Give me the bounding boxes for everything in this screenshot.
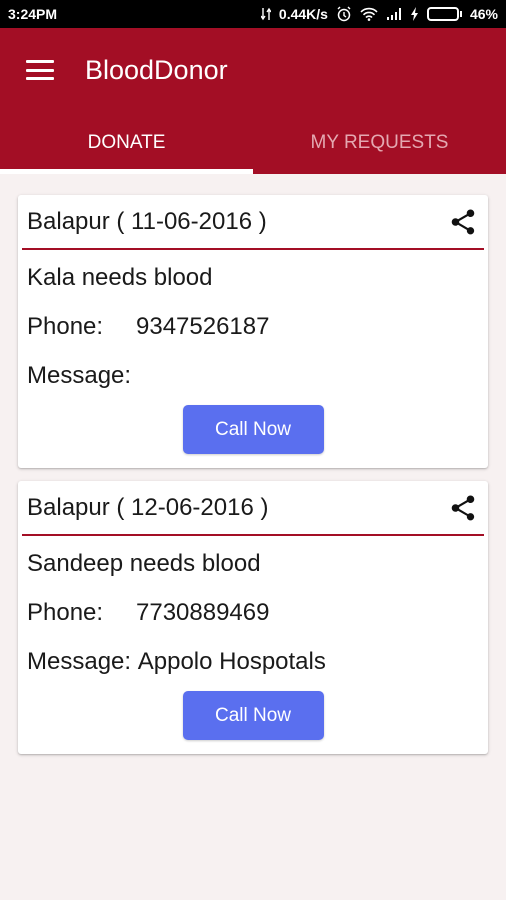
menu-icon[interactable] [26, 60, 54, 80]
needs-text: Kala needs blood [27, 263, 213, 291]
toolbar: BloodDonor [0, 28, 506, 112]
request-card: Balapur ( 11-06-2016 ) Kala needs blood … [18, 195, 488, 468]
tab-my-requests[interactable]: MY REQUESTS [253, 112, 506, 174]
phone-number: 9347526187 [136, 312, 270, 340]
card-header: Balapur ( 11-06-2016 ) [18, 195, 488, 248]
data-activity-icon [260, 7, 271, 21]
wifi-icon [360, 7, 378, 21]
header-divider [22, 534, 484, 536]
call-now-button[interactable]: Call Now [182, 691, 324, 740]
card-header: Balapur ( 12-06-2016 ) [18, 481, 488, 534]
header-divider [22, 248, 484, 250]
message-label: Message: [27, 361, 132, 389]
battery-icon [426, 7, 462, 21]
message-row: Message: Appolo Hospotals [18, 637, 488, 686]
request-location-date: Balapur ( 11-06-2016 ) [27, 207, 267, 235]
share-icon[interactable] [448, 207, 478, 237]
phone-label: Phone: [27, 312, 104, 340]
phone-number: 7730889469 [136, 598, 270, 626]
request-location-date: Balapur ( 12-06-2016 ) [27, 493, 269, 521]
call-now-button[interactable]: Call Now [182, 405, 324, 454]
status-indicators: 0.44K/s 46% [260, 6, 498, 22]
message-row: Message: [18, 351, 488, 400]
tab-bar: DONATE MY REQUESTS [0, 112, 506, 174]
needs-text: Sandeep needs blood [27, 549, 261, 577]
phone-row: Phone: 9347526187 [18, 302, 488, 351]
alarm-icon [336, 6, 352, 22]
signal-icon [386, 7, 402, 21]
status-bar: 3:24PM 0.44K/s 46% [0, 0, 506, 28]
app-title: BloodDonor [85, 54, 228, 85]
share-icon[interactable] [448, 493, 478, 523]
network-speed: 0.44K/s [278, 6, 328, 22]
phone-row: Phone: 7730889469 [18, 588, 488, 637]
request-card: Balapur ( 12-06-2016 ) Sandeep needs blo… [18, 481, 488, 754]
message-label: Message: [27, 647, 132, 675]
battery-percent: 46% [469, 6, 498, 22]
status-time: 3:24PM [8, 6, 58, 22]
message-text: Appolo Hospotals [137, 647, 326, 675]
phone-label: Phone: [27, 598, 104, 626]
charging-icon [410, 7, 419, 21]
tab-donate[interactable]: DONATE [0, 112, 253, 174]
app-bar: BloodDonor DONATE MY REQUESTS [0, 28, 506, 174]
